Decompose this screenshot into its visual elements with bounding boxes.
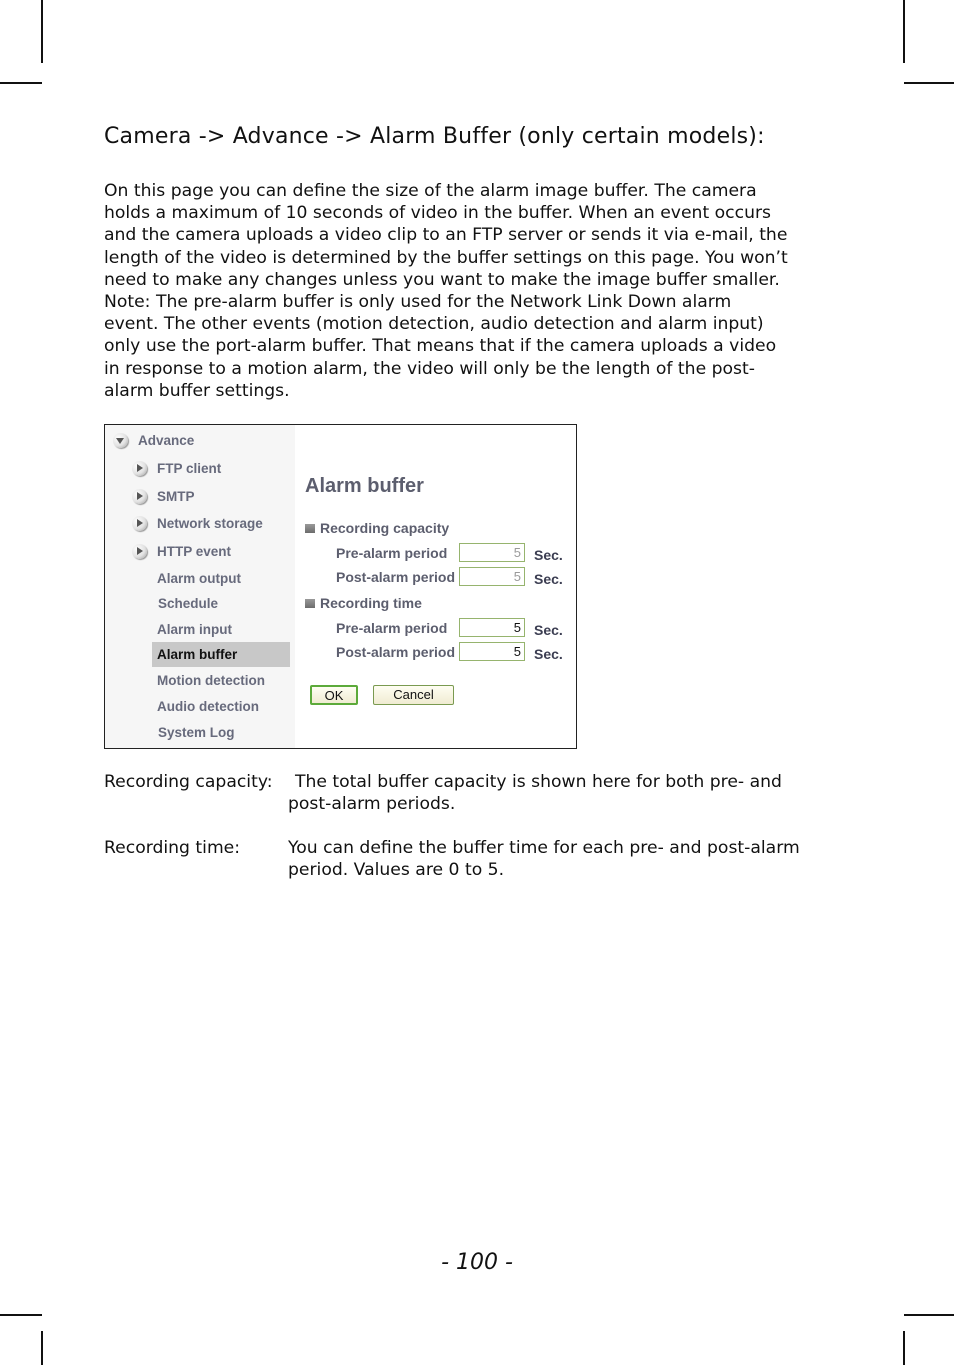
crop-mark xyxy=(41,1331,43,1365)
expand-arrow-icon[interactable] xyxy=(132,544,147,559)
sidebar-item-alarm-buffer[interactable]: Alarm buffer xyxy=(152,642,290,667)
panel-title: Alarm buffer xyxy=(305,475,424,497)
crop-mark xyxy=(903,1331,905,1365)
intro-line: Note: The pre-alarm buffer is only used … xyxy=(104,292,732,313)
time-pre-alarm-label: Pre-alarm period xyxy=(336,620,448,636)
intro-line: On this page you can define the size of … xyxy=(104,181,757,201)
capacity-post-alarm-label: Post-alarm period xyxy=(336,569,456,585)
sidebar-item-smtp[interactable]: SMTP xyxy=(157,489,195,504)
collapse-arrow-icon[interactable] xyxy=(113,433,128,448)
intro-line: and the camera uploads a video clip to a… xyxy=(104,225,788,246)
crop-mark xyxy=(0,1314,42,1316)
sidebar-item-audio-detection[interactable]: Audio detection xyxy=(157,699,259,714)
sidebar-item-alarm-input[interactable]: Alarm input xyxy=(157,622,232,637)
definition-description: The total buffer capacity is shown here … xyxy=(288,772,782,815)
capacity-post-alarm-field: 5 xyxy=(459,567,525,586)
definition-description: You can define the buffer time for each … xyxy=(288,838,800,881)
intro-line: only use the port-alarm buffer. That mea… xyxy=(104,336,777,357)
time-post-alarm-input[interactable]: 5 xyxy=(459,642,525,661)
capacity-post-alarm-unit: Sec. xyxy=(534,571,563,587)
intro-line: holds a maximum of 10 seconds of video i… xyxy=(104,203,771,224)
intro-line: alarm buffer settings. xyxy=(104,380,290,401)
sidebar-item-network-storage[interactable]: Network storage xyxy=(157,516,263,531)
intro-paragraph: On this page you can define the size of … xyxy=(104,180,849,402)
cancel-button[interactable]: Cancel xyxy=(373,685,454,705)
section-heading: Camera -> Advance -> Alarm Buffer (only … xyxy=(104,124,765,149)
capacity-pre-alarm-field: 5 xyxy=(459,543,525,562)
recording-capacity-heading: Recording capacity xyxy=(305,520,449,536)
crop-mark xyxy=(904,1314,954,1316)
crop-mark xyxy=(0,82,42,84)
time-post-alarm-label: Post-alarm period xyxy=(336,644,456,660)
time-pre-alarm-input[interactable]: 5 xyxy=(459,618,525,637)
expand-arrow-icon[interactable] xyxy=(132,461,147,476)
intro-line: need to make any changes unless you want… xyxy=(104,269,780,290)
sidebar-item-system-log[interactable]: System Log xyxy=(158,725,235,740)
intro-line: event. The other events (motion detectio… xyxy=(104,314,764,335)
recording-time-heading: Recording time xyxy=(305,595,422,611)
time-pre-alarm-unit: Sec. xyxy=(534,622,563,638)
sidebar-item-advance[interactable]: Advance xyxy=(138,433,194,448)
definition-term: Recording time: xyxy=(104,838,241,858)
alarm-buffer-screenshot: Advance FTP client SMTP Network storage … xyxy=(104,424,577,749)
expand-arrow-icon[interactable] xyxy=(132,489,147,504)
section-bullet-icon xyxy=(305,599,315,608)
page-number: - 100 - xyxy=(441,1250,513,1275)
capacity-pre-alarm-unit: Sec. xyxy=(534,547,563,563)
expand-arrow-icon[interactable] xyxy=(132,516,147,531)
intro-line: in response to a motion alarm, the video… xyxy=(104,358,755,379)
crop-mark xyxy=(903,0,905,63)
sidebar-item-motion-detection[interactable]: Motion detection xyxy=(157,673,265,688)
definition-term: Recording capacity: xyxy=(104,772,273,792)
crop-mark xyxy=(904,82,954,84)
capacity-pre-alarm-label: Pre-alarm period xyxy=(336,545,448,561)
sidebar-item-ftp-client[interactable]: FTP client xyxy=(157,461,221,476)
time-post-alarm-unit: Sec. xyxy=(534,646,563,662)
sidebar: Advance FTP client SMTP Network storage … xyxy=(105,425,295,748)
section-bullet-icon xyxy=(305,524,315,533)
crop-mark xyxy=(41,0,43,63)
ok-button[interactable]: OK xyxy=(310,685,358,705)
sidebar-item-schedule[interactable]: Schedule xyxy=(158,596,218,611)
sidebar-item-alarm-output[interactable]: Alarm output xyxy=(157,571,241,586)
intro-line: length of the video is determined by the… xyxy=(104,247,788,268)
sidebar-item-http-event[interactable]: HTTP event xyxy=(157,544,231,559)
